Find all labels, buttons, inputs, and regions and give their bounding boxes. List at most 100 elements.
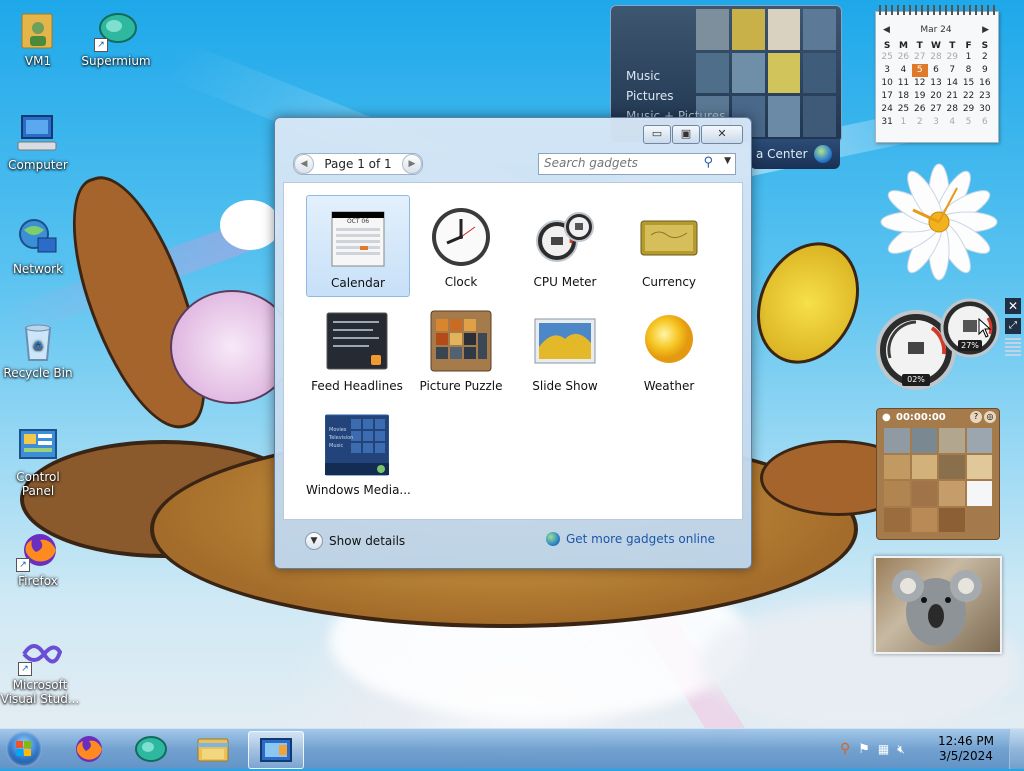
puzzle-timer-icon: ● xyxy=(882,412,891,423)
gadget-tile-picture-puzzle[interactable]: Picture Puzzle xyxy=(410,299,512,399)
system-tray: ⚲ ⚑ ▦ 🔇︎ xyxy=(840,739,940,759)
gadget-tile-cpu-meter[interactable]: CPU Meter xyxy=(514,195,616,295)
network-tray-icon[interactable]: ▦ xyxy=(878,742,889,756)
calendar-day[interactable]: 11 xyxy=(895,77,911,90)
volume-muted-icon[interactable]: 🔇︎ xyxy=(897,742,905,757)
gadget-tile-currency[interactable]: Currency xyxy=(618,195,720,295)
action-center-flag-icon[interactable]: ⚑ xyxy=(858,742,870,757)
taskbar-app-firefox[interactable] xyxy=(62,731,116,767)
feed-headlines-icon xyxy=(325,309,389,373)
calendar-day[interactable]: 19 xyxy=(912,90,928,103)
gadget-drag-handle[interactable] xyxy=(1005,338,1021,356)
calendar-day[interactable]: 5 xyxy=(960,116,976,129)
picture-puzzle-gadget[interactable]: 00:00:00 ● ? ◎ xyxy=(876,408,1000,540)
close-button[interactable]: ✕ xyxy=(701,125,743,144)
slide-show-gadget[interactable] xyxy=(874,556,1002,654)
gadget-tile-weather[interactable]: Weather xyxy=(618,299,720,399)
calendar-weekday-header: M xyxy=(898,41,908,51)
calendar-day[interactable]: 16 xyxy=(977,77,993,90)
gadget-tile-calendar[interactable]: OCT 06 Calendar xyxy=(306,195,410,297)
calendar-day[interactable]: 14 xyxy=(944,77,960,90)
calendar-day[interactable]: 6 xyxy=(928,64,944,77)
calendar-day[interactable]: 2 xyxy=(912,116,928,129)
calendar-day[interactable]: 8 xyxy=(960,64,976,77)
calendar-day[interactable]: 10 xyxy=(879,77,895,90)
gadget-tile-slide-show[interactable]: Slide Show xyxy=(514,299,616,399)
taskbar-app-explorer[interactable] xyxy=(186,731,240,767)
calendar-day[interactable]: 18 xyxy=(895,90,911,103)
desktop-icon-supermium[interactable]: ↗ Supermium xyxy=(78,8,154,68)
calendar-day[interactable]: 15 xyxy=(960,77,976,90)
clock-gadget[interactable] xyxy=(878,162,1000,282)
puzzle-solve-icon[interactable]: ◎ xyxy=(984,411,996,423)
calendar-day[interactable]: 4 xyxy=(944,116,960,129)
calendar-day[interactable]: 30 xyxy=(977,103,993,116)
calendar-day[interactable]: 27 xyxy=(928,103,944,116)
search-tray-icon[interactable]: ⚲ xyxy=(840,741,850,757)
calendar-prev-icon[interactable]: ◀ xyxy=(883,25,890,35)
gadget-tile-windows-media-center[interactable]: Movies Television Music Windows Media... xyxy=(306,403,411,503)
calendar-day[interactable]: 17 xyxy=(879,90,895,103)
calendar-day[interactable]: 24 xyxy=(879,103,895,116)
gadget-options-button[interactable]: ⤢ xyxy=(1005,318,1021,334)
calendar-day[interactable]: 27 xyxy=(912,51,928,64)
media-item-pictures[interactable]: Pictures xyxy=(626,89,674,103)
calendar-day[interactable]: 1 xyxy=(895,116,911,129)
calendar-day[interactable]: 9 xyxy=(977,64,993,77)
minimize-button[interactable]: ▭ xyxy=(643,125,671,144)
desktop-icon-recycle-bin[interactable]: ♻ Recycle Bin xyxy=(0,320,76,380)
calendar-day[interactable]: 29 xyxy=(944,51,960,64)
desktop-icon-vm1[interactable]: VM1 xyxy=(0,8,76,68)
calendar-gadget[interactable]: ◀ Mar 24 ▶ SMTWTFS 25 26 27 28 29 1 2 3 4 5 6 7 8 9 10… xyxy=(875,5,999,143)
gadget-tile-clock[interactable]: Clock xyxy=(410,195,512,295)
calendar-day[interactable]: 3 xyxy=(928,116,944,129)
calendar-day[interactable]: 5 xyxy=(911,64,928,77)
desktop-icon-firefox[interactable]: ↗ Firefox xyxy=(0,528,76,588)
calendar-day[interactable]: 22 xyxy=(960,90,976,103)
calendar-day[interactable]: 4 xyxy=(895,64,911,77)
desktop-icon-visual-studio[interactable]: ↗ Microsoft Visual Stud... xyxy=(0,632,80,706)
calendar-day[interactable]: 28 xyxy=(928,51,944,64)
puzzle-help-icon[interactable]: ? xyxy=(970,411,982,423)
previous-page-button[interactable]: ◀ xyxy=(294,154,314,174)
calendar-day[interactable]: 20 xyxy=(928,90,944,103)
calendar-day[interactable]: 28 xyxy=(944,103,960,116)
cpu-meter-gadget[interactable]: 02% 27% xyxy=(874,298,1000,390)
taskbar-app-gadget-gallery[interactable] xyxy=(248,731,304,769)
next-page-button[interactable]: ▶ xyxy=(402,154,422,174)
calendar-day[interactable]: 29 xyxy=(960,103,976,116)
calendar-day[interactable]: 26 xyxy=(895,51,911,64)
desktop-icon-network[interactable]: Network xyxy=(0,216,76,276)
desktop-icon-computer[interactable]: Computer xyxy=(0,112,76,172)
start-button[interactable] xyxy=(6,731,42,767)
search-icon[interactable]: ⚲ xyxy=(703,155,713,170)
gadget-close-button[interactable]: ✕ xyxy=(1005,298,1021,314)
calendar-day[interactable]: 7 xyxy=(944,64,960,77)
calendar-day[interactable]: 25 xyxy=(895,103,911,116)
calendar-day[interactable]: 3 xyxy=(879,64,895,77)
gadget-gallery-window[interactable]: ▭ ▣ ✕ ◀ Page 1 of 1 ▶ ⚲ ▼ OCT 06 Calenda… xyxy=(274,117,752,569)
calendar-day[interactable]: 31 xyxy=(879,116,895,129)
show-desktop-button[interactable] xyxy=(1009,729,1024,769)
calendar-day[interactable]: 13 xyxy=(928,77,944,90)
calendar-day[interactable]: 12 xyxy=(912,77,928,90)
taskbar-app-supermium[interactable] xyxy=(124,731,178,767)
calendar-day[interactable]: 21 xyxy=(944,90,960,103)
calendar-day[interactable]: 26 xyxy=(912,103,928,116)
search-dropdown-icon[interactable]: ▼ xyxy=(724,156,731,166)
maximize-button[interactable]: ▣ xyxy=(672,125,700,144)
calendar-day[interactable]: 25 xyxy=(879,51,895,64)
media-item-music[interactable]: Music xyxy=(626,69,660,83)
calendar-day[interactable]: 2 xyxy=(977,51,993,64)
calendar-day[interactable]: 1 xyxy=(960,51,976,64)
taskbar-clock[interactable]: 12:46 PM 3/5/2024 xyxy=(938,734,994,764)
desktop-icon-control-panel[interactable]: Control Panel xyxy=(0,424,76,498)
puzzle-grid[interactable] xyxy=(884,428,992,532)
get-more-gadgets-link[interactable]: Get more gadgets online xyxy=(545,532,715,546)
calendar-day[interactable]: 23 xyxy=(977,90,993,103)
gadget-tile-feed-headlines[interactable]: Feed Headlines xyxy=(306,299,408,399)
calendar-next-icon[interactable]: ▶ xyxy=(982,25,989,35)
search-gadgets-input[interactable] xyxy=(539,154,699,172)
calendar-day[interactable]: 6 xyxy=(977,116,993,129)
show-details-toggle[interactable]: ▼ Show details xyxy=(305,532,405,550)
